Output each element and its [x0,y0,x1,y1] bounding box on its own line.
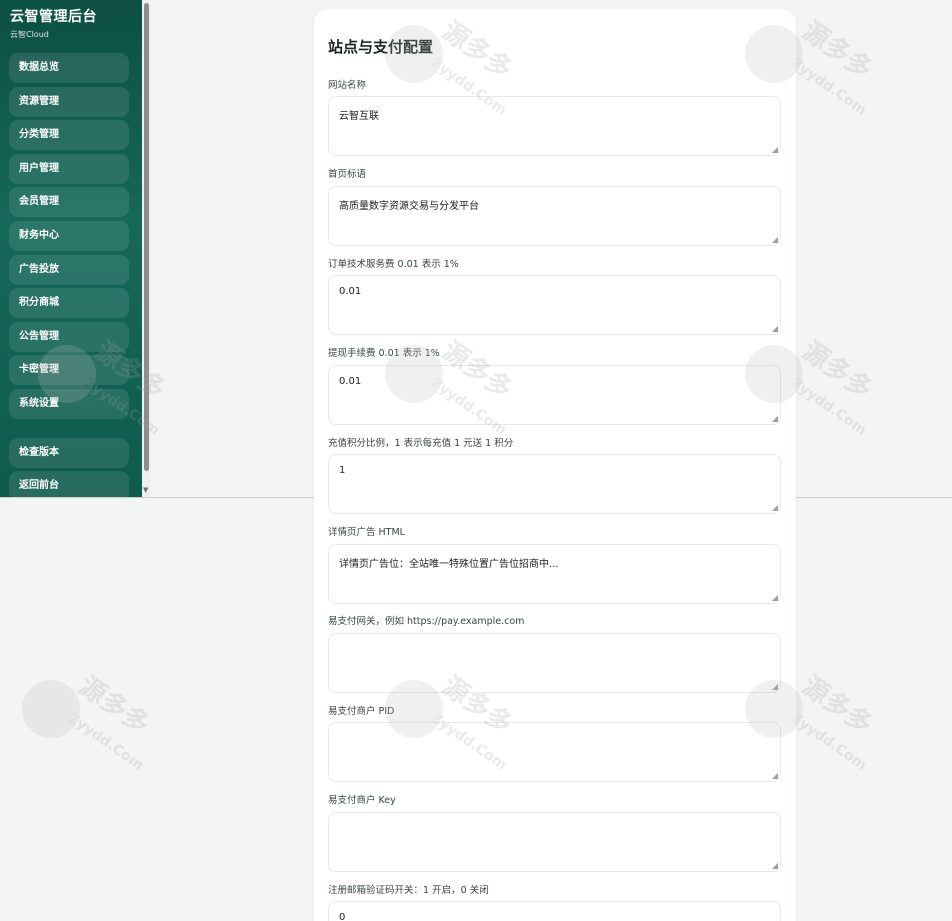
sidebar-item-resources[interactable]: 资源管理 [9,86,129,117]
scroll-down-arrow-icon[interactable]: ▼ [143,486,148,494]
sidebar-item-members[interactable]: 会员管理 [9,187,129,218]
field-label-site-name: 网站名称 [328,80,367,91]
resize-grip-icon[interactable]: ◢ [772,325,778,333]
site-name-value: 云智互联 [339,111,379,122]
withdraw-fee-input[interactable]: 0.01 ◢ [328,365,781,425]
sidebar-item-points-mall[interactable]: 积分商城 [9,288,129,319]
sidebar: 云智管理后台 云智Cloud 数据总览 资源管理 分类管理 用户管理 会员管理 … [0,0,142,497]
sidebar-scrollbar[interactable]: ▼ [142,0,151,497]
brand: 云智管理后台 云智Cloud [0,0,142,40]
watermark-domain: Zyydd.Com [787,710,870,774]
detail-ad-html-input[interactable]: 详情页广告位：全站唯一特殊位置广告位招商中... ◢ [328,544,781,604]
field-label-merchant-key: 易支付商户 Key [328,795,396,806]
field-label-withdraw-fee: 提现手续费 0.01 表示 1% [328,348,440,359]
resize-grip-icon[interactable]: ◢ [772,772,778,780]
order-fee-value: 0.01 [339,286,362,297]
sidebar-item-back-to-frontend[interactable]: 返回前台 [9,471,129,497]
email-verify-value: 0 [339,912,346,921]
brand-subtitle: 云智Cloud [10,30,49,39]
watermark-text: 源多多 [796,15,878,86]
watermark-text: 源多多 [796,670,878,741]
merchant-key-input[interactable]: ◢ [328,812,781,872]
page-title: 站点与支付配置 [328,38,434,56]
watermark-text: 源多多 [73,670,155,741]
resize-grip-icon[interactable]: ◢ [772,683,778,691]
field-label-email-verify: 注册邮箱验证码开关：1 开启，0 关闭 [328,885,489,896]
field-label-detail-ad-html: 详情页广告 HTML [328,527,405,538]
resize-grip-icon[interactable]: ◢ [772,415,778,423]
email-verify-input[interactable]: 0 [328,901,781,921]
field-label-slogan: 首页标语 [328,169,367,180]
sidebar-nav: 数据总览 资源管理 分类管理 用户管理 会员管理 财务中心 广告投放 积分商城 … [9,53,129,497]
watermark-domain: Zyydd.Com [64,710,147,774]
detail-ad-html-value: 详情页广告位：全站唯一特殊位置广告位招商中... [339,559,559,570]
sidebar-item-categories[interactable]: 分类管理 [9,120,129,151]
watermark-text: 源多多 [796,335,878,406]
pay-gateway-input[interactable]: ◢ [328,633,781,693]
resize-grip-icon[interactable]: ◢ [772,862,778,870]
resize-grip-icon[interactable]: ◢ [772,146,778,154]
brand-title: 云智管理后台 [10,9,97,25]
sidebar-item-card-keys[interactable]: 卡密管理 [9,355,129,386]
merchant-pid-input[interactable]: ◢ [328,722,781,782]
settings-card: 站点与支付配置 网站名称 云智互联 ◢ 首页标语 高质量数字资源交易与分发平台 … [314,9,796,921]
order-fee-input[interactable]: 0.01 ◢ [328,275,781,335]
admin-page: 云智管理后台 云智Cloud 数据总览 资源管理 分类管理 用户管理 会员管理 … [0,0,952,921]
field-label-merchant-pid: 易支付商户 PID [328,706,395,717]
sidebar-item-finance[interactable]: 财务中心 [9,220,129,251]
slogan-input[interactable]: 高质量数字资源交易与分发平台 ◢ [328,186,781,246]
recharge-ratio-input[interactable]: 1 ◢ [328,454,781,514]
resize-grip-icon[interactable]: ◢ [772,504,778,512]
field-label-recharge-ratio: 充值积分比例，1 表示每充值 1 元送 1 积分 [328,438,514,449]
watermark-domain: Zyydd.Com [787,55,870,119]
resize-grip-icon[interactable]: ◢ [772,236,778,244]
site-name-input[interactable]: 云智互联 ◢ [328,96,781,156]
sidebar-item-settings[interactable]: 系统设置 [9,388,129,419]
sidebar-item-users[interactable]: 用户管理 [9,153,129,184]
sidebar-item-dashboard[interactable]: 数据总览 [9,53,129,83]
scrollbar-thumb[interactable] [144,3,149,471]
resize-grip-icon[interactable]: ◢ [772,594,778,602]
watermark-logo-icon [22,680,80,738]
field-label-order-fee: 订单技术服务费 0.01 表示 1% [328,259,459,270]
recharge-ratio-value: 1 [339,465,346,476]
sidebar-item-ads[interactable]: 广告投放 [9,254,129,285]
watermark-domain: Zyydd.Com [787,375,870,439]
sidebar-item-check-version[interactable]: 检查版本 [9,437,129,468]
sidebar-item-announcements[interactable]: 公告管理 [9,321,129,352]
slogan-value: 高质量数字资源交易与分发平台 [339,201,479,212]
withdraw-fee-value: 0.01 [339,376,362,387]
field-label-pay-gateway: 易支付网关，例如 https://pay.example.com [328,616,525,627]
